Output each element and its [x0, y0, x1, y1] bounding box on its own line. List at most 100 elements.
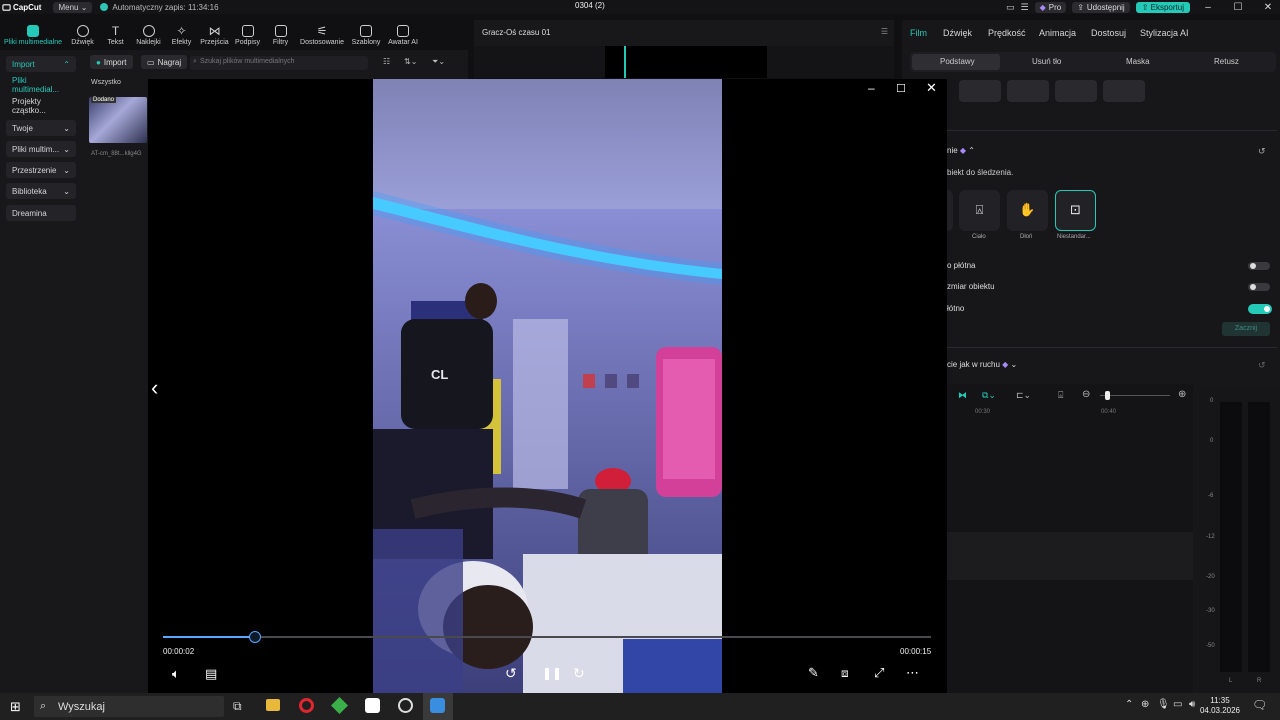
record-button[interactable]: ▭ Nagraj — [141, 55, 188, 69]
viewer-minimize-icon[interactable]: – — [868, 81, 875, 95]
sidebar-item-import[interactable]: Import ⌃ — [6, 56, 76, 72]
toggle-switch-on[interactable] — [1248, 304, 1272, 314]
toggle-switch[interactable] — [1248, 262, 1270, 270]
sidebar-item-dreamina[interactable]: Dreamina — [6, 205, 76, 221]
media-thumbnail[interactable] — [89, 97, 147, 143]
forward-30-icon[interactable]: ↻ — [573, 665, 585, 682]
timeline-track[interactable] — [947, 532, 1193, 580]
tool-captions[interactable]: Podpisy — [231, 25, 264, 46]
notifications-icon[interactable]: 🗨︎ — [1252, 698, 1267, 712]
tool-text[interactable]: T Tekst — [99, 25, 132, 46]
tool-filters[interactable]: Filtry — [264, 25, 297, 46]
tool-media[interactable]: Pliki multimedialne — [0, 25, 66, 46]
filter-icon[interactable]: ⏷⌄ — [432, 57, 445, 67]
preset-thumb[interactable] — [1103, 80, 1145, 102]
tool-stickers[interactable]: Naklejki — [132, 25, 165, 46]
toggle-switch[interactable] — [1248, 283, 1270, 291]
more-options-icon[interactable]: ⋯ — [906, 665, 919, 681]
subtitles-icon[interactable]: ▤ — [205, 666, 217, 682]
sidebar-item-media[interactable]: Pliki multimedial... — [6, 76, 76, 94]
track-custom-button[interactable]: ⊡ — [1055, 190, 1096, 231]
export-button[interactable]: ⇧ Eksportuj — [1135, 1, 1190, 13]
reset-icon[interactable]: ↺ — [1258, 146, 1266, 157]
zoom-out-icon[interactable]: ⊖ — [1082, 389, 1090, 400]
timeline-fit-icon[interactable]: ⌺ — [1058, 390, 1063, 401]
start-tracking-button[interactable]: Zacznij — [1222, 322, 1270, 336]
tool-templates[interactable]: Szablony — [347, 25, 385, 46]
minimize-icon[interactable]: – — [1196, 2, 1220, 13]
tool-ai-avatar[interactable]: Awatar AI — [385, 25, 421, 46]
minecraft-icon[interactable] — [331, 697, 348, 714]
track-hand-button[interactable]: ✋ — [1007, 190, 1048, 231]
zoom-slider-handle[interactable] — [1105, 391, 1110, 400]
tool-effects[interactable]: ✧ Efekty — [165, 25, 198, 46]
picture-in-picture-icon[interactable]: ⧈ — [841, 666, 849, 681]
tab-animation[interactable]: Animacja — [1039, 28, 1076, 38]
sidebar-item-yours[interactable]: Twoje ⌄ — [6, 120, 76, 136]
preview-axis-icon[interactable]: ⊏⌄ — [1016, 390, 1031, 401]
tab-speed[interactable]: Prędkość — [988, 28, 1026, 38]
tray-clock[interactable]: 11:35 04.03.2026 — [1200, 696, 1240, 716]
menu-button[interactable]: Menu ⌄ — [53, 1, 93, 13]
sidebar-item-subprojects[interactable]: Projekty cząstko... — [6, 97, 76, 115]
task-view-icon[interactable]: ⧉ — [233, 699, 242, 714]
zoom-in-icon[interactable]: ⊕ — [1178, 389, 1186, 400]
tray-volume-icon[interactable]: 🔊︎ — [1189, 699, 1195, 710]
zoom-slider[interactable] — [1100, 395, 1170, 396]
sidebar-item-spaces[interactable]: Przestrzenie ⌄ — [6, 162, 76, 178]
subtab-retouch[interactable]: Retusz — [1214, 57, 1239, 66]
rewind-10-icon[interactable]: ↺ — [505, 665, 517, 682]
tray-monitor-icon[interactable]: ▭ — [1173, 699, 1182, 710]
list-view-icon[interactable]: ☷ — [383, 57, 390, 66]
close-icon[interactable]: ✕ — [1256, 2, 1280, 13]
seek-bar-handle[interactable] — [249, 631, 261, 643]
seek-bar[interactable] — [163, 636, 931, 638]
windows-start-icon[interactable]: ⊞ — [10, 699, 21, 715]
previous-icon[interactable]: ‹ — [151, 375, 158, 401]
sidebar-item-library[interactable]: Biblioteka ⌄ — [6, 183, 76, 199]
preset-thumb[interactable] — [959, 80, 1001, 102]
volume-icon[interactable]: 🔈︎ — [172, 666, 180, 682]
tray-network-icon[interactable]: ⊕ — [1141, 699, 1149, 710]
pause-icon[interactable]: ❚❚ — [542, 666, 562, 680]
media-search-input[interactable]: Szukaj plików multimedialnych — [190, 56, 368, 70]
playhead[interactable] — [624, 46, 626, 78]
track-option-partial[interactable] — [947, 190, 953, 231]
tab-adjust[interactable]: Dostosuj — [1091, 28, 1126, 38]
viewer-close-icon[interactable]: ✕ — [926, 80, 937, 96]
tool-audio[interactable]: Dźwięk — [66, 25, 99, 46]
menu-lines-icon[interactable]: ☰ — [881, 27, 888, 36]
opera-icon[interactable] — [299, 698, 314, 713]
tab-audio[interactable]: Dźwięk — [943, 28, 972, 38]
sidebar-item-media-library[interactable]: Pliki multim... ⌄ — [6, 141, 76, 157]
maximize-icon[interactable]: ☐ — [1226, 2, 1250, 13]
share-button[interactable]: ⇪ Udostępnij — [1072, 1, 1130, 13]
preset-thumb[interactable] — [1055, 80, 1097, 102]
import-button[interactable]: ● Import — [90, 55, 133, 69]
tab-ai-stylize[interactable]: Stylizacja AI — [1140, 28, 1189, 38]
subtab-basic[interactable]: Podstawy — [940, 57, 975, 66]
list-icon[interactable]: ☰ — [1021, 2, 1029, 13]
magnet-icon[interactable]: ⧓ — [958, 390, 967, 401]
subtab-mask[interactable]: Maska — [1126, 57, 1150, 66]
preset-thumb[interactable] — [1007, 80, 1049, 102]
active-app-icon[interactable] — [430, 698, 445, 713]
tray-mic-icon[interactable]: 🎙︎ — [1157, 699, 1170, 710]
pro-button[interactable]: ◆ Pro — [1034, 1, 1067, 13]
filter-all-label[interactable]: Wszystko — [91, 79, 121, 86]
fullscreen-icon[interactable]: ⤢ — [874, 665, 884, 681]
edit-pencil-icon[interactable]: ✎ — [808, 665, 819, 681]
video-frame[interactable]: CL — [373, 79, 722, 693]
file-explorer-icon[interactable] — [266, 699, 280, 711]
tool-transitions[interactable]: ⋈ Przejścia — [198, 25, 231, 46]
tab-video[interactable]: Film — [910, 28, 927, 38]
sort-icon[interactable]: ⇅⌄ — [404, 57, 417, 66]
reset-icon[interactable]: ↺ — [1258, 360, 1266, 371]
tool-adjust[interactable]: ⚟ Dostosowanie — [297, 25, 347, 46]
layout-icon[interactable]: ▭ — [1006, 2, 1015, 13]
taskbar-search[interactable]: Wyszukaj — [34, 696, 224, 717]
capcut-taskbar-icon[interactable] — [365, 698, 380, 713]
link-icon[interactable]: ⧉⌄ — [982, 390, 996, 401]
viewer-maximize-icon[interactable]: ☐ — [896, 82, 906, 95]
browser-icon[interactable] — [398, 698, 413, 713]
